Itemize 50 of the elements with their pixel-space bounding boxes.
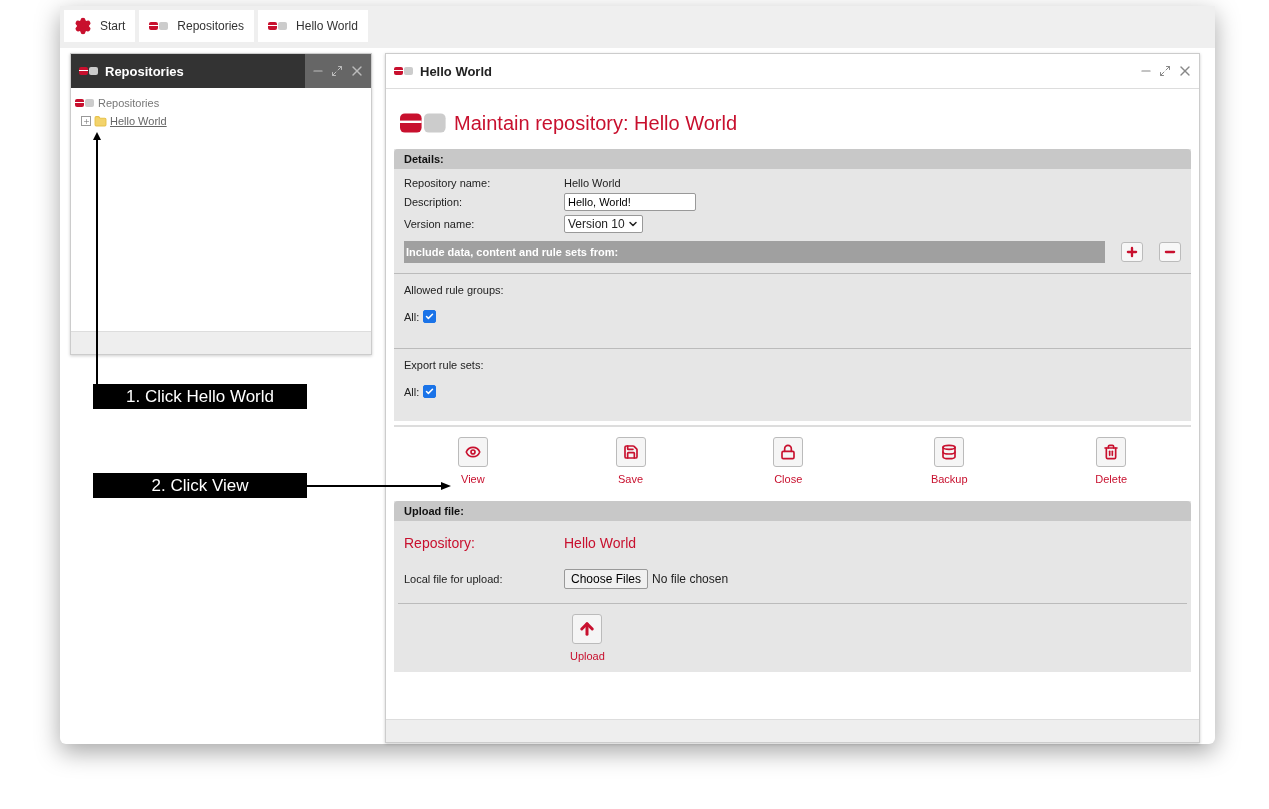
include-bar: Include data, content and rule sets from:: [404, 241, 1105, 263]
choose-files-button[interactable]: Choose Files: [564, 569, 649, 589]
remove-button[interactable]: [1159, 242, 1181, 262]
file-status: No file chosen: [652, 572, 729, 586]
field-label: Repository:: [404, 535, 476, 551]
database-icon: [75, 98, 95, 108]
expand-icon[interactable]: [81, 116, 91, 126]
eye-icon: [464, 444, 481, 460]
callout-label: 2. Click View: [93, 473, 307, 498]
tab[interactable]: Start: [64, 10, 136, 42]
database-icon: [394, 66, 414, 76]
add-button[interactable]: [1121, 242, 1143, 262]
field-label: Local file for upload:: [404, 573, 504, 585]
panel-title: Repositories: [105, 63, 184, 79]
maximize-icon[interactable]: [331, 65, 343, 77]
gear-icon: [74, 17, 92, 35]
field-value: Hello World: [564, 177, 622, 189]
trash-icon: [1103, 444, 1120, 460]
maximize-icon[interactable]: [1159, 65, 1171, 77]
checkbox[interactable]: [423, 310, 437, 323]
section-title: Details:: [394, 149, 1191, 169]
plus-icon: [1125, 245, 1139, 259]
database-icon: [79, 66, 99, 76]
group-label: Export rule sets:: [404, 359, 485, 371]
field-label: Version name:: [404, 218, 476, 230]
version-dropdown[interactable]: Version 10: [564, 215, 643, 233]
section-title: Upload file:: [394, 501, 1191, 521]
group-label: Allowed rule groups:: [404, 284, 505, 296]
field-label: Description:: [404, 196, 464, 208]
panel-title: Hello World: [420, 63, 492, 79]
database-icon: [149, 21, 170, 31]
callout-label: 1. Click Hello World: [93, 384, 307, 409]
database-icon: [400, 111, 448, 135]
folder-icon: [94, 114, 107, 128]
database-icon: [268, 21, 289, 31]
page-heading: Maintain repository: Hello World: [454, 111, 738, 135]
checkbox-label: All:: [404, 385, 420, 398]
field-value: Hello World: [564, 535, 638, 551]
checkbox[interactable]: [423, 385, 437, 398]
field-label: Repository name:: [404, 177, 492, 189]
save-icon: [622, 444, 639, 460]
upload-icon: [578, 620, 597, 638]
database-icon: [941, 444, 958, 460]
description-field[interactable]: Hello, World!: [564, 193, 696, 211]
checkbox-label: All:: [404, 310, 420, 323]
tree-link[interactable]: Hello World: [110, 115, 167, 127]
tab[interactable]: Repositories: [139, 10, 255, 42]
tree-root[interactable]: Repositories: [98, 97, 160, 109]
lock-icon: [780, 444, 797, 460]
tab[interactable]: Hello World: [258, 10, 368, 42]
